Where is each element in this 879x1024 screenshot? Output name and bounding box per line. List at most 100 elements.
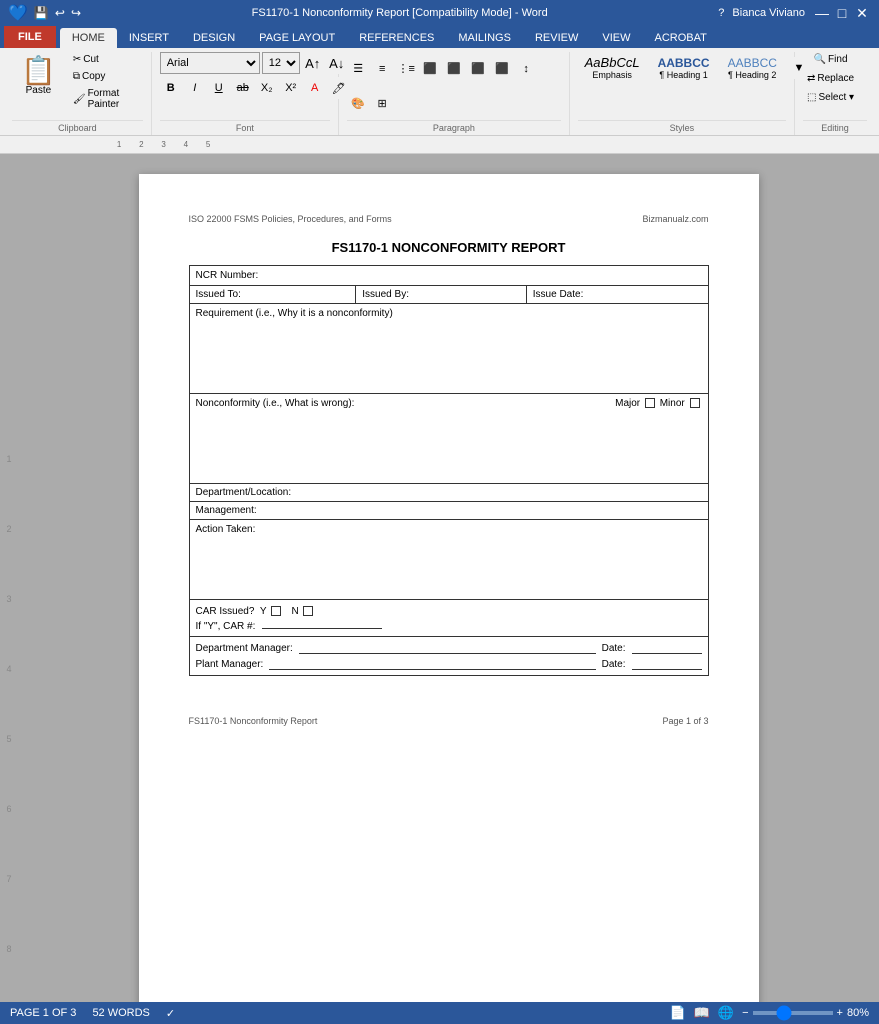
nonconformity-label: Nonconformity (i.e., What is wrong): xyxy=(196,398,355,409)
web-view-button[interactable]: 🌐 xyxy=(718,1005,734,1021)
replace-button[interactable]: ⇄ Replace xyxy=(803,71,858,86)
align-center-button[interactable]: ⬛ xyxy=(443,58,465,80)
tab-acrobat[interactable]: ACROBAT xyxy=(642,28,718,48)
major-checkbox[interactable] xyxy=(645,398,655,408)
margin-3: 3 xyxy=(0,594,18,604)
bold-button[interactable]: B xyxy=(160,77,182,99)
style-emphasis[interactable]: AaBbCcL Emphasis xyxy=(578,52,647,83)
issued-by-label: Issued By: xyxy=(362,289,409,300)
window-controls: — □ ✕ xyxy=(813,4,871,22)
subscript-button[interactable]: X₂ xyxy=(256,77,278,99)
quick-access-save[interactable]: 💾 xyxy=(34,6,49,20)
plant-manager-field[interactable] xyxy=(269,658,595,670)
car-y-checkbox[interactable] xyxy=(271,606,281,616)
cut-button[interactable]: ✂ Cut xyxy=(69,52,143,67)
zoom-slider[interactable] xyxy=(753,1011,833,1015)
doc-header-right: Bizmanualz.com xyxy=(642,214,708,224)
find-button[interactable]: 🔍 Find xyxy=(810,52,852,67)
zoom-out-button[interactable]: − xyxy=(742,1007,748,1019)
tab-file[interactable]: FILE xyxy=(4,26,56,48)
line-spacing-button[interactable]: ↕ xyxy=(515,58,537,80)
font-grow-button[interactable]: A↑ xyxy=(302,52,324,74)
select-button[interactable]: ⬚ Select ▾ xyxy=(803,90,858,105)
strikethrough-button[interactable]: ab xyxy=(232,77,254,99)
tab-review[interactable]: REVIEW xyxy=(523,28,590,48)
status-bar: PAGE 1 OF 3 52 WORDS ✓ 📄 📖 🌐 − + 80% xyxy=(0,1002,879,1024)
style-heading2-sample: AABBCC xyxy=(728,56,777,70)
read-view-button[interactable]: 📖 xyxy=(694,1005,710,1021)
tab-home[interactable]: HOME xyxy=(60,28,117,48)
quick-access-undo[interactable]: ↩ xyxy=(55,6,65,20)
dept-row: Department/Location: xyxy=(189,484,708,502)
copy-button[interactable]: ⧉ Copy xyxy=(69,69,143,84)
car-number-field[interactable] xyxy=(262,628,382,629)
dept-manager-field[interactable] xyxy=(299,642,596,654)
underline-button[interactable]: U xyxy=(208,77,230,99)
align-right-button[interactable]: ⬛ xyxy=(467,58,489,80)
font-size-select[interactable]: 12 xyxy=(262,52,300,74)
tab-view[interactable]: VIEW xyxy=(590,28,642,48)
date2-field[interactable] xyxy=(632,658,702,670)
title-bar-left: 💙 💾 ↩ ↪ xyxy=(8,3,81,23)
footer-left: FS1170-1 Nonconformity Report xyxy=(189,716,318,726)
minor-label: Minor xyxy=(660,398,685,409)
doc-header-left: ISO 22000 FSMS Policies, Procedures, and… xyxy=(189,214,392,224)
style-heading1-sample: AABBCC xyxy=(658,56,710,70)
copy-icon: ⧉ xyxy=(73,71,80,82)
issue-date-label: Issue Date: xyxy=(533,289,584,300)
print-view-button[interactable]: 📄 xyxy=(670,1005,686,1021)
tab-mailings[interactable]: MAILINGS xyxy=(446,28,523,48)
requirement-cell: Requirement (i.e., Why it is a nonconfor… xyxy=(189,304,708,394)
text-color-button[interactable]: A xyxy=(304,77,326,99)
editing-section: 🔍 Find ⇄ Replace ⬚ Select ▾ Editing xyxy=(795,52,875,135)
maximize-button[interactable]: □ xyxy=(833,4,851,22)
ncr-number-cell: NCR Number: xyxy=(189,266,708,286)
date1-field[interactable] xyxy=(632,642,702,654)
italic-button[interactable]: I xyxy=(184,77,206,99)
paste-label: Paste xyxy=(26,85,52,96)
justify-button[interactable]: ⬛ xyxy=(491,58,513,80)
format-painter-button[interactable]: 🖌 Format Painter xyxy=(69,86,143,112)
paste-button[interactable]: 📋 Paste xyxy=(12,52,65,101)
superscript-button[interactable]: X² xyxy=(280,77,302,99)
quick-access-redo[interactable]: ↪ xyxy=(71,6,81,20)
minimize-button[interactable]: — xyxy=(813,4,831,22)
date2-label: Date: xyxy=(602,659,626,670)
styles-label: Styles xyxy=(578,120,786,135)
clipboard-small-btns: ✂ Cut ⧉ Copy 🖌 Format Painter xyxy=(69,52,143,112)
tab-page-layout[interactable]: PAGE LAYOUT xyxy=(247,28,347,48)
align-left-button[interactable]: ⬛ xyxy=(419,58,441,80)
borders-button[interactable]: ⊞ xyxy=(371,93,393,115)
multilevel-list-button[interactable]: ⋮≡ xyxy=(395,58,417,80)
main-area: 1 2 3 4 5 6 7 8 ISO 22000 FSMS Policies,… xyxy=(0,154,879,1002)
tab-design[interactable]: DESIGN xyxy=(181,28,247,48)
help-button[interactable]: ? xyxy=(718,7,724,19)
margin-5: 5 xyxy=(0,734,18,744)
find-icon: 🔍 xyxy=(814,54,826,65)
close-button[interactable]: ✕ xyxy=(853,4,871,22)
car-number-row: If "Y", CAR #: xyxy=(196,621,702,632)
track-changes-icon: ✓ xyxy=(166,1007,175,1020)
editing-label: Editing xyxy=(803,120,867,135)
paragraph-label: Paragraph xyxy=(347,120,560,135)
car-issued-label: CAR Issued? xyxy=(196,606,255,617)
style-heading1[interactable]: AABBCC ¶ Heading 1 xyxy=(651,53,717,83)
numbered-list-button[interactable]: ≡ xyxy=(371,58,393,80)
doc-area[interactable]: ISO 22000 FSMS Policies, Procedures, and… xyxy=(18,154,879,1002)
font-label: Font xyxy=(160,120,330,135)
status-right: 📄 📖 🌐 − + 80% xyxy=(670,1005,869,1021)
shading-button[interactable]: 🎨 xyxy=(347,93,369,115)
ncr-row: NCR Number: xyxy=(189,266,708,286)
clipboard-section: 📋 Paste ✂ Cut ⧉ Copy 🖌 Format Painter Cl… xyxy=(4,52,152,135)
zoom-level: 80% xyxy=(847,1007,869,1019)
car-n-checkbox[interactable] xyxy=(303,606,313,616)
zoom-in-button[interactable]: + xyxy=(837,1007,843,1019)
style-heading2[interactable]: AABBCC ¶ Heading 2 xyxy=(721,53,784,83)
tab-references[interactable]: REFERENCES xyxy=(347,28,446,48)
minor-checkbox[interactable] xyxy=(690,398,700,408)
page-footer: FS1170-1 Nonconformity Report Page 1 of … xyxy=(189,716,709,726)
dept-cell: Department/Location: xyxy=(189,484,708,502)
bullet-list-button[interactable]: ☰ xyxy=(347,58,369,80)
font-name-select[interactable]: Arial xyxy=(160,52,260,74)
tab-insert[interactable]: INSERT xyxy=(117,28,181,48)
